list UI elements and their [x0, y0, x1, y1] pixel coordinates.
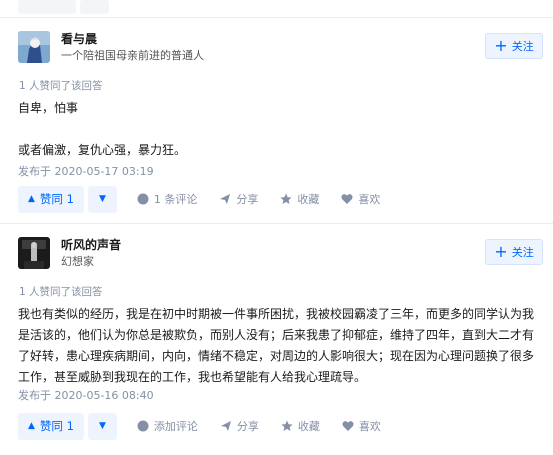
vote-label: 赞同 1 [39, 419, 74, 433]
favorite-label: 收藏 [297, 420, 320, 433]
comment-button[interactable]: 1 条评论 [137, 191, 198, 207]
favorite-button[interactable]: 收藏 [281, 418, 320, 434]
author-name[interactable]: 听风的声音 [61, 236, 121, 253]
comment-label: 1 条评论 [153, 193, 198, 206]
plus-icon: + [494, 242, 508, 261]
triangle-down-icon: ▼ [98, 421, 106, 431]
share-label: 分享 [236, 193, 259, 206]
content-paragraph: 我也有类似的经历，我是在初中时期被一件事所困扰，我被校园霸凌了三年，而更多的同学… [18, 307, 535, 384]
triangle-up-icon: ▲ [28, 194, 35, 204]
share-label: 分享 [236, 420, 259, 433]
share-icon [219, 193, 231, 205]
upvote-button[interactable]: ▲ 赞同 1 [18, 185, 84, 213]
share-icon [220, 420, 232, 432]
follow-button[interactable]: + 关注 [485, 33, 543, 59]
answer-content: 自卑，怕事 或者偏激，复仇心强，暴力狂。 [18, 98, 543, 161]
previous-vote-button[interactable] [18, 0, 76, 14]
share-button[interactable]: 分享 [220, 418, 259, 434]
heart-icon [342, 420, 354, 432]
avatar-image [18, 31, 50, 63]
author-bio: 一个陪祖国母亲前进的普通人 [61, 49, 204, 62]
comment-icon [137, 420, 149, 432]
like-label: 喜欢 [358, 420, 381, 433]
previous-downvote-button[interactable] [80, 0, 109, 14]
comment-label: 添加评论 [153, 420, 198, 433]
favorite-button[interactable]: 收藏 [280, 191, 319, 207]
vote-label: 赞同 1 [39, 192, 74, 206]
downvote-button[interactable]: ▼ [87, 412, 117, 440]
author-bio: 幻想家 [61, 255, 94, 268]
content-paragraph: 自卑，怕事 [18, 101, 79, 115]
action-bar: ▲ 赞同 1 ▼ 添加评论 分享 收藏 喜欢 [18, 412, 403, 440]
avatar-image [18, 237, 50, 269]
upvote-button[interactable]: ▲ 赞同 1 [18, 412, 84, 440]
like-button[interactable]: 喜欢 [342, 418, 381, 434]
comment-button[interactable]: 添加评论 [137, 418, 198, 434]
content-paragraph: 或者偏激，复仇心强，暴力狂。 [18, 143, 187, 157]
answer-content: 我也有类似的经历，我是在初中时期被一件事所困扰，我被校园霸凌了三年，而更多的同学… [18, 304, 543, 388]
publish-time[interactable]: 发布于 2020-05-16 08:40 [18, 387, 154, 403]
answer-list: 看与晨 一个陪祖国母亲前进的普通人 + 关注 1 人赞同了该回答 自卑，怕事 或… [0, 0, 553, 455]
favorite-label: 收藏 [297, 193, 320, 206]
content-blank [18, 119, 543, 140]
downvote-button[interactable]: ▼ [87, 185, 117, 213]
comment-icon [137, 193, 149, 205]
upvote-summary: 1 人赞同了该回答 [19, 80, 103, 92]
follow-label: 关注 [511, 40, 534, 53]
share-button[interactable]: 分享 [219, 191, 258, 207]
star-icon [280, 193, 293, 205]
plus-icon: + [494, 36, 508, 55]
heart-icon [341, 193, 353, 205]
like-button[interactable]: 喜欢 [341, 191, 380, 207]
answer-card: 看与晨 一个陪祖国母亲前进的普通人 + 关注 1 人赞同了该回答 自卑，怕事 或… [0, 17, 553, 232]
author-name[interactable]: 看与晨 [61, 30, 97, 47]
avatar[interactable] [18, 31, 50, 63]
action-bar: ▲ 赞同 1 ▼ 1 条评论 分享 收藏 喜欢 [18, 185, 402, 213]
avatar[interactable] [18, 237, 50, 269]
answer-card: 听风的声音 幻想家 + 关注 1 人赞同了该回答 我也有类似的经历，我是在初中时… [0, 223, 553, 455]
follow-button[interactable]: + 关注 [485, 239, 543, 265]
follow-label: 关注 [511, 246, 534, 259]
upvote-summary: 1 人赞同了该回答 [19, 286, 103, 298]
like-label: 喜欢 [358, 193, 381, 206]
star-icon [281, 420, 293, 432]
triangle-up-icon: ▲ [28, 421, 35, 431]
publish-time[interactable]: 发布于 2020-05-17 03:19 [18, 163, 154, 179]
triangle-down-icon: ▼ [98, 194, 106, 204]
